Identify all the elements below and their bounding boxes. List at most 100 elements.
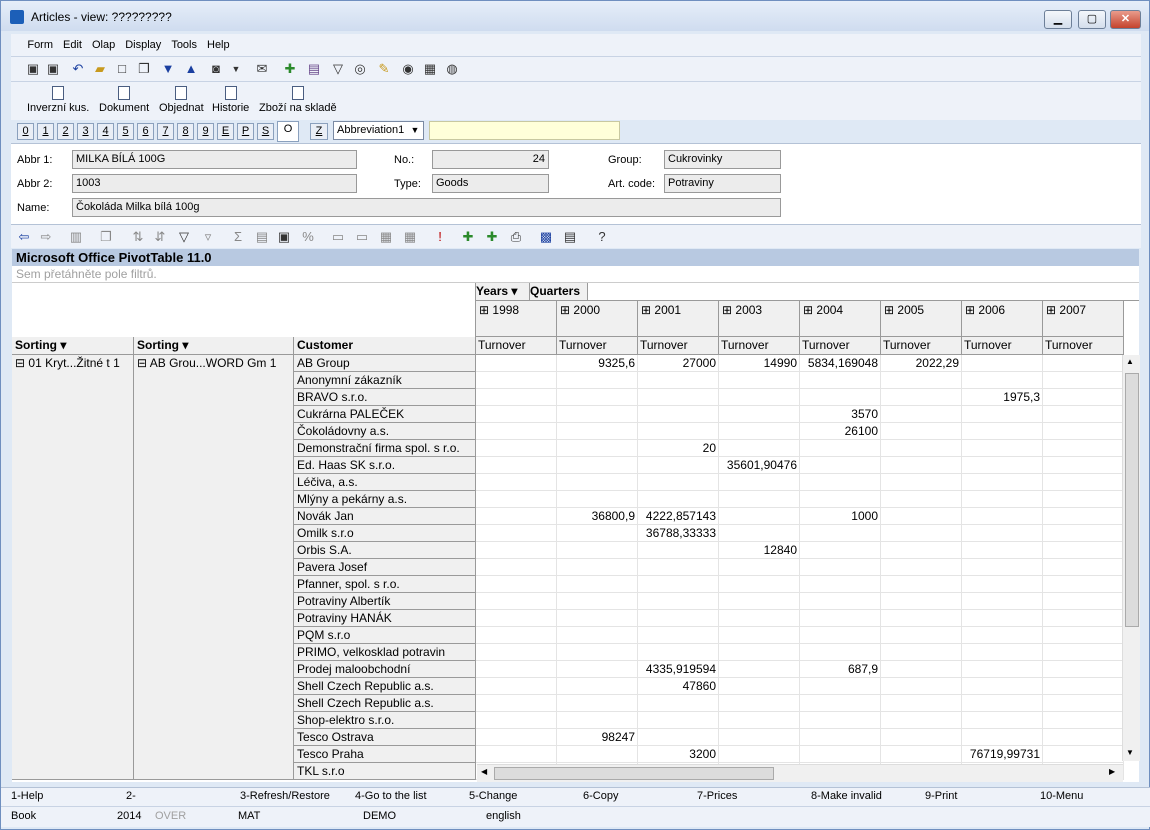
- excel-010-icon[interactable]: ✚: [485, 230, 499, 244]
- data-cell[interactable]: [1043, 440, 1124, 457]
- data-cell[interactable]: [476, 355, 557, 372]
- f9-print[interactable]: 9-Print: [925, 790, 957, 802]
- forward-icon[interactable]: ⇨: [39, 230, 53, 244]
- data-cell[interactable]: [1043, 627, 1124, 644]
- data-cell[interactable]: [557, 712, 638, 729]
- data-cell[interactable]: [719, 610, 800, 627]
- data-cell[interactable]: [962, 440, 1043, 457]
- data-cell[interactable]: [476, 576, 557, 593]
- data-cell[interactable]: [476, 610, 557, 627]
- data-cell[interactable]: [557, 746, 638, 763]
- data-cell[interactable]: [962, 355, 1043, 372]
- edit-folder-icon[interactable]: ✎: [377, 62, 391, 76]
- data-cell[interactable]: 12840: [719, 542, 800, 559]
- menu-tools[interactable]: Tools: [166, 34, 202, 56]
- data-cell[interactable]: [800, 474, 881, 491]
- tab-o[interactable]: O: [277, 121, 299, 142]
- f7-prices[interactable]: 7-Prices: [697, 790, 737, 802]
- data-cell[interactable]: [1043, 423, 1124, 440]
- data-cell[interactable]: [1043, 678, 1124, 695]
- data-cell[interactable]: [557, 525, 638, 542]
- data-cell[interactable]: [1043, 474, 1124, 491]
- data-cell[interactable]: 98247: [557, 729, 638, 746]
- data-cell[interactable]: [1043, 457, 1124, 474]
- open-folder-icon[interactable]: ▰: [93, 62, 107, 76]
- horizontal-scroll-thumb[interactable]: [494, 767, 774, 780]
- sort-ascending-icon[interactable]: ⇅: [131, 230, 145, 244]
- binoculars-icon[interactable]: ◎: [353, 62, 367, 76]
- year-header[interactable]: ⊞ 1998: [476, 301, 557, 337]
- data-cell[interactable]: [800, 593, 881, 610]
- customer-cell[interactable]: Omilk s.r.o: [294, 525, 476, 542]
- data-cell[interactable]: [638, 542, 719, 559]
- data-cell[interactable]: [638, 457, 719, 474]
- abbr2-field[interactable]: 1003: [72, 174, 357, 193]
- data-cell[interactable]: [1043, 644, 1124, 661]
- data-cell[interactable]: [557, 440, 638, 457]
- customer-cell[interactable]: Ed. Haas SK s.r.o.: [294, 457, 476, 474]
- data-cell[interactable]: [557, 695, 638, 712]
- data-cell[interactable]: [719, 746, 800, 763]
- customer-field-button[interactable]: Customer: [294, 337, 476, 355]
- data-cell[interactable]: [962, 474, 1043, 491]
- search-next-icon[interactable]: ◍: [445, 62, 459, 76]
- dokument-button[interactable]: Dokument: [99, 86, 149, 114]
- autosum-icon[interactable]: Σ: [231, 230, 245, 244]
- data-cell[interactable]: [557, 559, 638, 576]
- data-cell[interactable]: [557, 610, 638, 627]
- filter-drop-zone[interactable]: Sem přetáhněte pole filtrů.: [12, 266, 1139, 283]
- data-cell[interactable]: [719, 712, 800, 729]
- data-cell[interactable]: [881, 559, 962, 576]
- data-cell[interactable]: [719, 559, 800, 576]
- objednat-button[interactable]: Objednat: [159, 86, 204, 114]
- abbreviation-combo[interactable]: Abbreviation1 ▼: [333, 121, 424, 140]
- data-cell[interactable]: [962, 644, 1043, 661]
- search-input[interactable]: [429, 121, 620, 140]
- data-cell[interactable]: [962, 559, 1043, 576]
- chart-icon[interactable]: ▩: [539, 230, 553, 244]
- data-cell[interactable]: [881, 508, 962, 525]
- tab-0[interactable]: 0: [17, 123, 34, 140]
- data-cell[interactable]: [719, 644, 800, 661]
- tab-1[interactable]: 1: [37, 123, 54, 140]
- copy-icon[interactable]: ❐: [99, 230, 113, 244]
- move-down-icon[interactable]: ▼: [161, 62, 175, 76]
- data-cell[interactable]: [719, 593, 800, 610]
- data-cell[interactable]: [881, 542, 962, 559]
- data-cell[interactable]: [638, 695, 719, 712]
- help-icon[interactable]: ?: [595, 230, 609, 244]
- data-cell[interactable]: [881, 389, 962, 406]
- collapse-icon[interactable]: ▭: [331, 230, 345, 244]
- book-icon[interactable]: ▤: [307, 62, 321, 76]
- group-field[interactable]: Cukrovinky: [664, 150, 781, 169]
- customer-cell[interactable]: Tesco Praha: [294, 746, 476, 763]
- tab-4[interactable]: 4: [97, 123, 114, 140]
- data-cell[interactable]: [476, 746, 557, 763]
- f8-make-invalid[interactable]: 8-Make invalid: [811, 790, 882, 802]
- menu-olap[interactable]: Olap: [87, 34, 120, 56]
- data-cell[interactable]: [800, 457, 881, 474]
- data-cell[interactable]: [800, 695, 881, 712]
- data-cell[interactable]: 14990: [719, 355, 800, 372]
- data-cell[interactable]: [1043, 593, 1124, 610]
- data-cell[interactable]: 3570: [800, 406, 881, 423]
- properties-icon[interactable]: ▤: [563, 230, 577, 244]
- menu-help[interactable]: Help: [202, 34, 235, 56]
- data-cell[interactable]: [800, 542, 881, 559]
- artcode-field[interactable]: Potraviny: [664, 174, 781, 193]
- customer-cell[interactable]: Prodej maloobchodní: [294, 661, 476, 678]
- data-cell[interactable]: [800, 559, 881, 576]
- tab-p[interactable]: P: [237, 123, 254, 140]
- data-cell[interactable]: [881, 576, 962, 593]
- data-cell[interactable]: [962, 508, 1043, 525]
- inverzni-kus-button[interactable]: Inverzní kus.: [27, 86, 89, 114]
- data-cell[interactable]: [476, 729, 557, 746]
- data-cell[interactable]: [800, 389, 881, 406]
- mail-icon[interactable]: ✉: [255, 62, 269, 76]
- data-cell[interactable]: [719, 627, 800, 644]
- customer-cell[interactable]: AB Group: [294, 355, 476, 372]
- data-cell[interactable]: [800, 610, 881, 627]
- copy-record-icon[interactable]: ❐: [137, 62, 151, 76]
- customer-cell[interactable]: Shell Czech Republic a.s.: [294, 695, 476, 712]
- data-cell[interactable]: [800, 491, 881, 508]
